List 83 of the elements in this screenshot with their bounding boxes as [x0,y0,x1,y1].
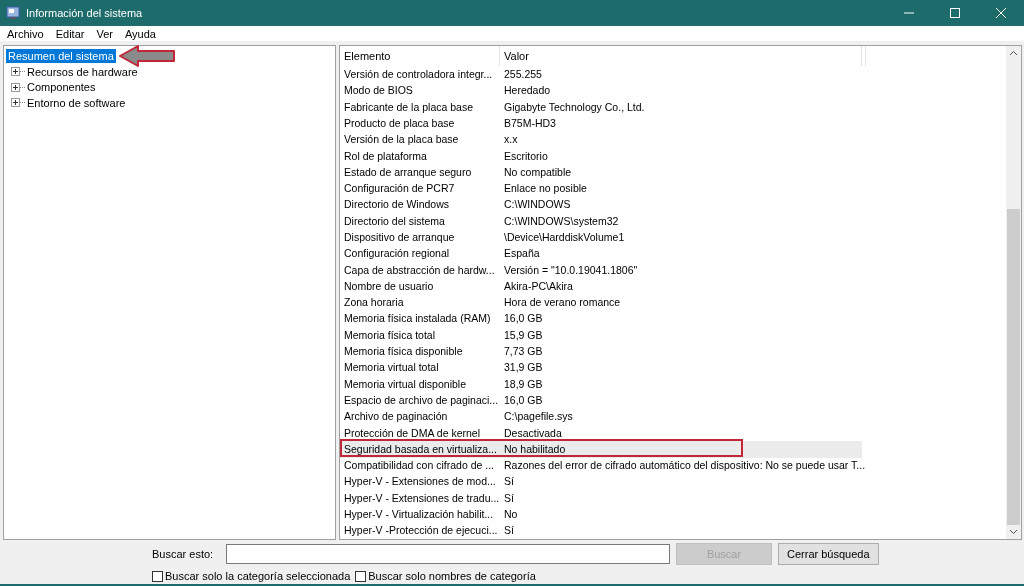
expand-icon[interactable] [11,67,20,77]
table-cell-text: Producto de placa base [343,116,456,130]
table-cell-text: Archivo de paginación [343,410,449,424]
table-cell-text: Compatibilidad con cifrado de ... [343,459,495,473]
table-cell-text: 255.255 [503,68,542,82]
table-cell-text: Memoria física disponible [343,345,464,359]
table-cell-text: C:\pagefile.sys [503,410,573,424]
table-cell-text: Seguridad basada en virtualiza... [343,442,498,456]
checkbox[interactable] [152,570,163,582]
search-label: Buscar esto: [152,548,215,560]
table-cell-text: Fabricante de la placa base [343,100,474,114]
table-cell-text: Razones del error de cifrado automático del dispositivo: No se puede usar T... [503,459,866,473]
table-cell-text: C:\WINDOWS\system32 [503,214,619,228]
table-cell-text: Dispositivo de arranque [343,231,456,244]
column-header[interactable]: Valor [500,46,862,67]
table-cell-text: Memoria física instalada (RAM) [343,312,492,326]
table-cell-text: Configuración de PCR7 [343,182,456,196]
table-cell-text: \Device\HarddiskVolume1 [503,231,625,244]
table-cell-text: No habilitado [503,442,566,456]
checkbox-label[interactable]: Buscar solo nombres de categoría [368,570,536,582]
table-cell-text: Hyper-V - Extensiones de mod... [343,475,497,489]
table-cell-text: Memoria virtual total [343,361,440,375]
table-cell-text: Estado de arranque seguro [343,165,473,179]
table-cell-text: Hyper-V -Protección de ejecuci... [343,524,499,538]
table-cell-text: Modo de BIOS [343,84,414,98]
table-cell-text: Directorio del sistema [343,214,446,228]
table-cell-text: x.x [503,133,518,147]
table-cell-text: Directorio de Windows [343,198,451,212]
table-cell-text: Enlace no posible [503,182,587,196]
table-cell-text: Escritorio [503,149,548,163]
checkbox[interactable] [355,570,367,582]
selected-row[interactable]: Seguridad basada en virtualiza... No habilitado [340,441,862,458]
menu-item[interactable]: Ver [95,27,114,40]
table-cell-text: Akira-PC\Akira [503,279,573,293]
table-cell-text: 16,0 GB [503,393,543,407]
table-cell-text: No compatible [503,165,572,179]
table-cell-text: 16,0 GB [503,312,543,326]
table-cell-text: Nombre de usuario [343,279,435,293]
window-title: Información del sistema [26,6,144,19]
expand-icon[interactable] [11,82,20,92]
scrollbar[interactable] [1006,46,1021,539]
menu-item[interactable]: Archivo [6,27,45,40]
table-cell-text: 15,9 GB [503,328,543,342]
table-cell-text: C:\WINDOWS [503,198,571,212]
table-cell-text: Zona horaria [343,296,405,310]
table-cell-text: Memoria física total [343,328,437,342]
column-header[interactable]: Elemento [340,46,500,67]
table-cell-text: Sí [503,475,514,489]
tree-item[interactable]: Componentes [25,80,98,95]
table-cell-text: Memoria virtual disponible [343,377,467,391]
table-cell-text: Espacio de archivo de paginaci... [343,393,500,407]
table-cell-text: 7,73 GB [503,345,543,359]
expand-icon[interactable] [11,98,20,108]
table-cell-text: Configuración regional [343,247,451,261]
table-cell-text: Hyper-V - Virtualización habilit... [343,508,495,522]
table-cell-text: Capa de abstracción de hardw... [343,263,496,277]
tree-item[interactable]: Resumen del sistema [6,49,116,64]
checkbox-label[interactable]: Buscar solo la categoría seleccionada [165,570,351,582]
menu-item[interactable]: Editar [54,27,86,40]
table-cell-text: Sí [503,491,514,505]
search-field[interactable] [226,544,670,564]
table-cell-text: Hyper-V - Extensiones de tradu... [343,491,500,505]
table-cell-text: Versión de la placa base [343,133,460,147]
menu-item[interactable]: Ayuda [123,27,157,40]
table-cell-text: B75M-HD3 [503,116,556,130]
table-cell-text: Versión = "10.0.19041.1806" [503,263,638,277]
table-cell-text: Hora de verano romance [503,296,621,310]
table-cell-text: España [503,247,540,261]
table-cell-text: Rol de plataforma [343,149,428,163]
table-cell-text: Heredado [503,84,551,98]
table-cell-text: Versión de controladora integr... [343,68,494,82]
table-cell-text: Gigabyte Technology Co., Ltd. [503,100,645,114]
table-cell-text: No [503,508,518,522]
close-search-button[interactable]: Cerrar búsqueda [778,543,879,565]
table-cell-text: Desactivada [503,426,562,440]
tree-item[interactable]: Entorno de software [25,95,128,110]
table-cell-text: 18,9 GB [503,377,543,391]
table-cell-text: 31,9 GB [503,361,543,375]
app-icon [6,5,20,20]
table-cell-text: Protección de DMA de kernel [343,426,481,440]
table-cell-text: Sí [503,524,514,538]
tree-item[interactable]: Recursos de hardware [25,64,140,79]
scroll-thumb[interactable] [1007,209,1020,525]
